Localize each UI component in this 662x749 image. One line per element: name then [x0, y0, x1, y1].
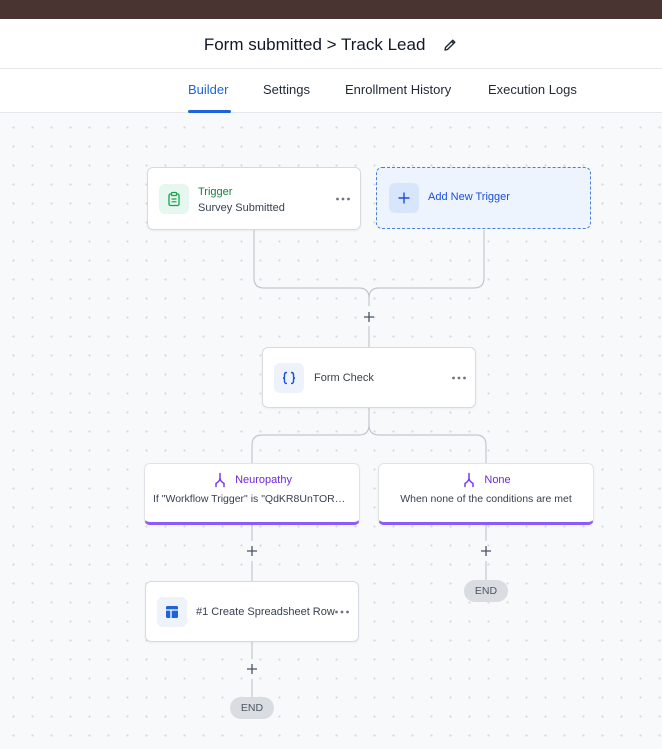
add-step-plus-icon[interactable]	[362, 310, 376, 324]
branch-condition: When none of the conditions are met	[400, 493, 572, 505]
create-spreadsheet-row-node[interactable]: #1 Create Spreadsheet Row	[145, 581, 359, 642]
more-options-icon[interactable]	[450, 372, 468, 384]
plus-icon	[389, 183, 419, 213]
add-new-trigger-label: Add New Trigger	[428, 191, 510, 203]
tab-enrollment-history[interactable]: Enrollment History	[345, 82, 451, 97]
spreadsheet-icon	[157, 597, 187, 627]
workflow-title-text: Form submitted > Track Lead	[203, 34, 426, 54]
tab-builder[interactable]: Builder	[188, 82, 228, 97]
end-marker: END	[464, 580, 508, 602]
add-step-plus-icon[interactable]	[245, 544, 259, 558]
branch-header: Neuropathy	[145, 472, 359, 488]
action-label: #1 Create Spreadsheet Row	[196, 606, 335, 618]
add-step-plus-icon[interactable]	[479, 544, 493, 558]
branch-icon	[464, 472, 475, 488]
workflow-title: Form submitted > Track Lead	[0, 34, 662, 55]
form-check-label: Form Check	[314, 372, 374, 384]
form-check-node[interactable]: Form Check	[262, 347, 476, 408]
branch-name: None	[484, 474, 511, 486]
more-options-icon[interactable]	[333, 606, 351, 618]
more-options-icon[interactable]	[334, 193, 352, 205]
braces-icon	[274, 363, 304, 393]
branch-name: Neuropathy	[235, 474, 292, 486]
title-bar: Form submitted > Track Lead	[0, 19, 662, 69]
add-step-plus-icon[interactable]	[245, 662, 259, 676]
branch-neuropathy[interactable]: Neuropathy If "Workflow Trigger" is "QdK…	[144, 463, 360, 525]
branch-none[interactable]: None When none of the conditions are met	[378, 463, 594, 525]
trigger-subtitle: Survey Submitted	[198, 202, 285, 214]
trigger-node[interactable]: Trigger Survey Submitted	[147, 167, 361, 230]
clipboard-icon	[159, 184, 189, 214]
tab-execution-logs[interactable]: Execution Logs	[488, 82, 577, 97]
top-bar	[0, 0, 662, 19]
tab-settings[interactable]: Settings	[263, 82, 310, 97]
branch-icon	[215, 472, 225, 488]
active-tab-indicator	[188, 110, 231, 113]
pencil-icon[interactable]	[442, 37, 458, 53]
trigger-title: Trigger	[198, 186, 233, 198]
add-new-trigger-button[interactable]: Add New Trigger	[376, 167, 591, 229]
tab-bar: Builder Settings Enrollment History Exec…	[0, 69, 662, 113]
end-marker: END	[230, 697, 274, 719]
branch-condition: If "Workflow Trigger" is "QdKR8UnTORG...	[153, 493, 351, 505]
branch-header: None	[379, 472, 593, 488]
